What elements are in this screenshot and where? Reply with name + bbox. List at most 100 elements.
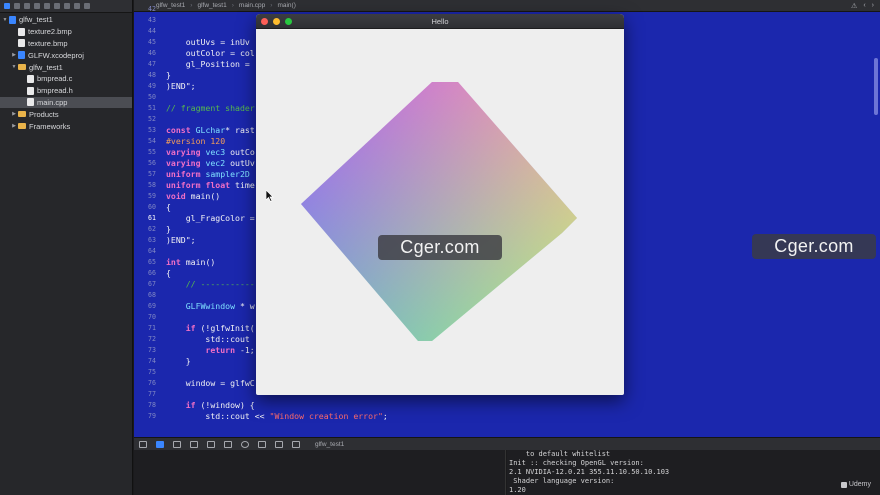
navigator-item[interactable]: texture.bmp [0,38,132,50]
source-control-icon[interactable] [14,3,20,9]
code-line[interactable]: const GLchar* rast [166,125,255,136]
hide-debug-area-icon[interactable] [139,440,147,448]
chevron-right-icon[interactable]: › [872,2,874,10]
line-number[interactable]: 56 [134,158,156,169]
warning-icon[interactable] [44,3,50,9]
navigator-item[interactable]: ▶ Frameworks [0,120,132,132]
line-number-gutter[interactable]: 42 43 44 45 46 47 48 49 50 51 52 53 54 55 56 57 58 59 60 61… [134,5,164,437]
warning-icon[interactable]: ⚠ [851,2,857,10]
line-number[interactable]: 49 [134,81,156,92]
code-line[interactable]: outColor = col [166,48,255,59]
code-line[interactable]: { [166,268,171,279]
breakpoints-toggle-icon[interactable] [156,440,164,448]
code-line[interactable]: #version 120 [166,136,225,147]
line-number[interactable]: 50 [134,92,156,103]
opengl-window[interactable]: Hello [256,14,624,395]
code-line[interactable]: GLFWwindow * w [166,301,255,312]
memory-graph-icon[interactable] [258,440,266,448]
line-number[interactable]: 63 [134,235,156,246]
code-line[interactable]: // fragment shader [166,103,255,114]
line-number[interactable]: 57 [134,169,156,180]
line-number[interactable]: 61 [134,213,156,224]
disclosure-open-icon[interactable]: ▼ [11,64,17,70]
line-number[interactable]: 51 [134,103,156,114]
search-icon[interactable] [34,3,40,9]
line-number[interactable]: 67 [134,279,156,290]
zoom-button[interactable] [285,18,292,25]
line-number[interactable]: 64 [134,246,156,257]
minimize-button[interactable] [273,18,280,25]
line-number[interactable]: 45 [134,37,156,48]
navigator-item[interactable]: texture2.bmp [0,26,132,38]
line-number[interactable]: 46 [134,48,156,59]
line-number[interactable]: 71 [134,323,156,334]
code-line[interactable]: if (!glfwInit( [166,323,255,334]
environment-overrides-icon[interactable] [275,440,283,448]
code-line[interactable]: void main() [166,191,220,202]
crumb-symbol[interactable]: main() [277,2,295,9]
crumb-group[interactable]: glfw_test1 [197,2,226,9]
code-line[interactable]: // ----------- [166,279,255,290]
location-icon[interactable] [292,440,300,448]
line-number[interactable]: 59 [134,191,156,202]
line-number[interactable]: 54 [134,136,156,147]
code-line[interactable]: gl_FragColor = [166,213,260,224]
breakpoint-icon[interactable] [74,3,80,9]
window-titlebar[interactable]: Hello [256,14,624,29]
variables-pane[interactable] [134,450,506,495]
code-line[interactable]: } [166,70,171,81]
chevron-left-icon[interactable]: ‹ [863,2,865,10]
view-hierarchy-icon[interactable] [241,440,249,448]
line-number[interactable]: 74 [134,356,156,367]
disclosure-closed-icon[interactable]: ▶ [11,52,17,58]
line-number[interactable]: 66 [134,268,156,279]
code-line[interactable]: if (!window) { [166,400,255,411]
line-number[interactable]: 76 [134,378,156,389]
console-output[interactable]: to default whitelist Init :: checking Op… [507,450,880,495]
code-line[interactable]: gl_Position = [166,59,255,70]
line-number[interactable]: 60 [134,202,156,213]
test-icon[interactable] [54,3,60,9]
line-number[interactable]: 44 [134,26,156,37]
report-icon[interactable] [84,3,90,9]
navigator-item[interactable]: ▼ glfw_test1 [0,14,132,26]
line-number[interactable]: 58 [134,180,156,191]
disclosure-open-icon[interactable]: ▼ [2,17,8,23]
code-line[interactable]: )END"; [166,81,196,92]
step-into-icon[interactable] [207,440,215,448]
step-over-icon[interactable] [190,440,198,448]
code-line[interactable]: return -1; [166,345,254,356]
debug-icon[interactable] [64,3,70,9]
code-line[interactable]: } [166,224,171,235]
line-number[interactable]: 72 [134,334,156,345]
line-number[interactable]: 55 [134,147,156,158]
code-line[interactable]: uniform sampler2D [166,169,255,180]
code-line[interactable]: } [166,356,191,367]
line-number[interactable]: 75 [134,367,156,378]
code-line[interactable]: int main() [166,257,215,268]
line-number[interactable]: 79 [134,411,156,422]
code-line[interactable]: { [166,202,171,213]
close-button[interactable] [261,18,268,25]
line-number[interactable]: 68 [134,290,156,301]
line-number[interactable]: 65 [134,257,156,268]
line-number[interactable]: 47 [134,59,156,70]
line-number[interactable]: 77 [134,389,156,400]
crumb-file[interactable]: main.cpp [239,2,265,9]
disclosure-closed-icon[interactable]: ▶ [11,123,17,129]
navigator-item[interactable]: main.cpp [0,96,132,109]
symbol-icon[interactable] [24,3,30,9]
line-number[interactable]: 62 [134,224,156,235]
pause-icon[interactable] [173,440,181,448]
line-number[interactable]: 73 [134,345,156,356]
navigator-item[interactable]: bmpread.c [0,73,132,85]
code-line[interactable]: uniform float time [166,180,255,191]
line-number[interactable]: 42 [134,4,156,15]
code-line[interactable]: varying vec3 outCo [166,147,255,158]
crumb-project[interactable]: glfw_test1 [156,2,185,9]
line-number[interactable]: 78 [134,400,156,411]
folder-icon[interactable] [4,3,10,9]
code-line[interactable]: )END"; [166,235,196,246]
navigator-item[interactable]: ▼ glfw_test1 [0,61,132,73]
navigator-item[interactable]: bmpread.h [0,85,132,97]
